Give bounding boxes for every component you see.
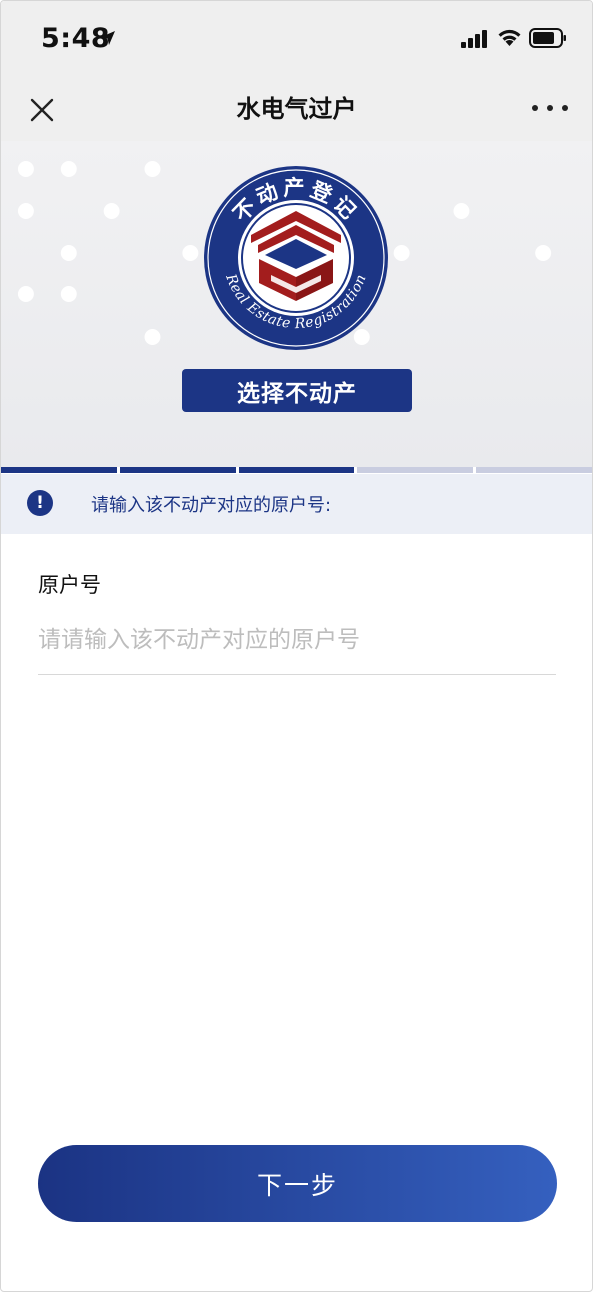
cellular-signal-icon	[461, 30, 487, 48]
more-button[interactable]	[532, 93, 568, 123]
step-progress	[1, 467, 592, 474]
progress-step-5	[476, 467, 592, 473]
select-property-button[interactable]: 选择不动产	[182, 369, 412, 412]
progress-step-3	[238, 467, 355, 473]
progress-step-1	[1, 467, 117, 473]
battery-icon	[529, 28, 566, 48]
account-number-input[interactable]	[38, 619, 556, 675]
progress-step-2	[119, 467, 236, 473]
hero-banner: 不动产登记 Real Estate Registration 选择不动产	[1, 141, 592, 467]
notice-text: 请输入该不动产对应的原户号:	[91, 495, 332, 516]
phone-screen: 5:48 水电气过户 不动产登记 Real Estate Registratio…	[0, 0, 593, 1292]
real-estate-registration-emblem: 不动产登记 Real Estate Registration	[204, 166, 388, 350]
location-arrow-icon	[101, 31, 115, 45]
next-button[interactable]: 下一步	[38, 1145, 557, 1222]
page-title: 水电气过户	[236, 95, 357, 123]
exclamation-icon: !	[27, 490, 53, 516]
account-number-label: 原户号	[38, 573, 101, 597]
notice-banner: ! 请输入该不动产对应的原户号:	[1, 474, 592, 534]
nav-bar: 水电气过户	[1, 79, 592, 141]
more-icon	[532, 105, 538, 111]
wifi-icon	[498, 29, 521, 46]
status-bar: 5:48	[1, 1, 592, 79]
progress-step-4	[357, 467, 474, 473]
